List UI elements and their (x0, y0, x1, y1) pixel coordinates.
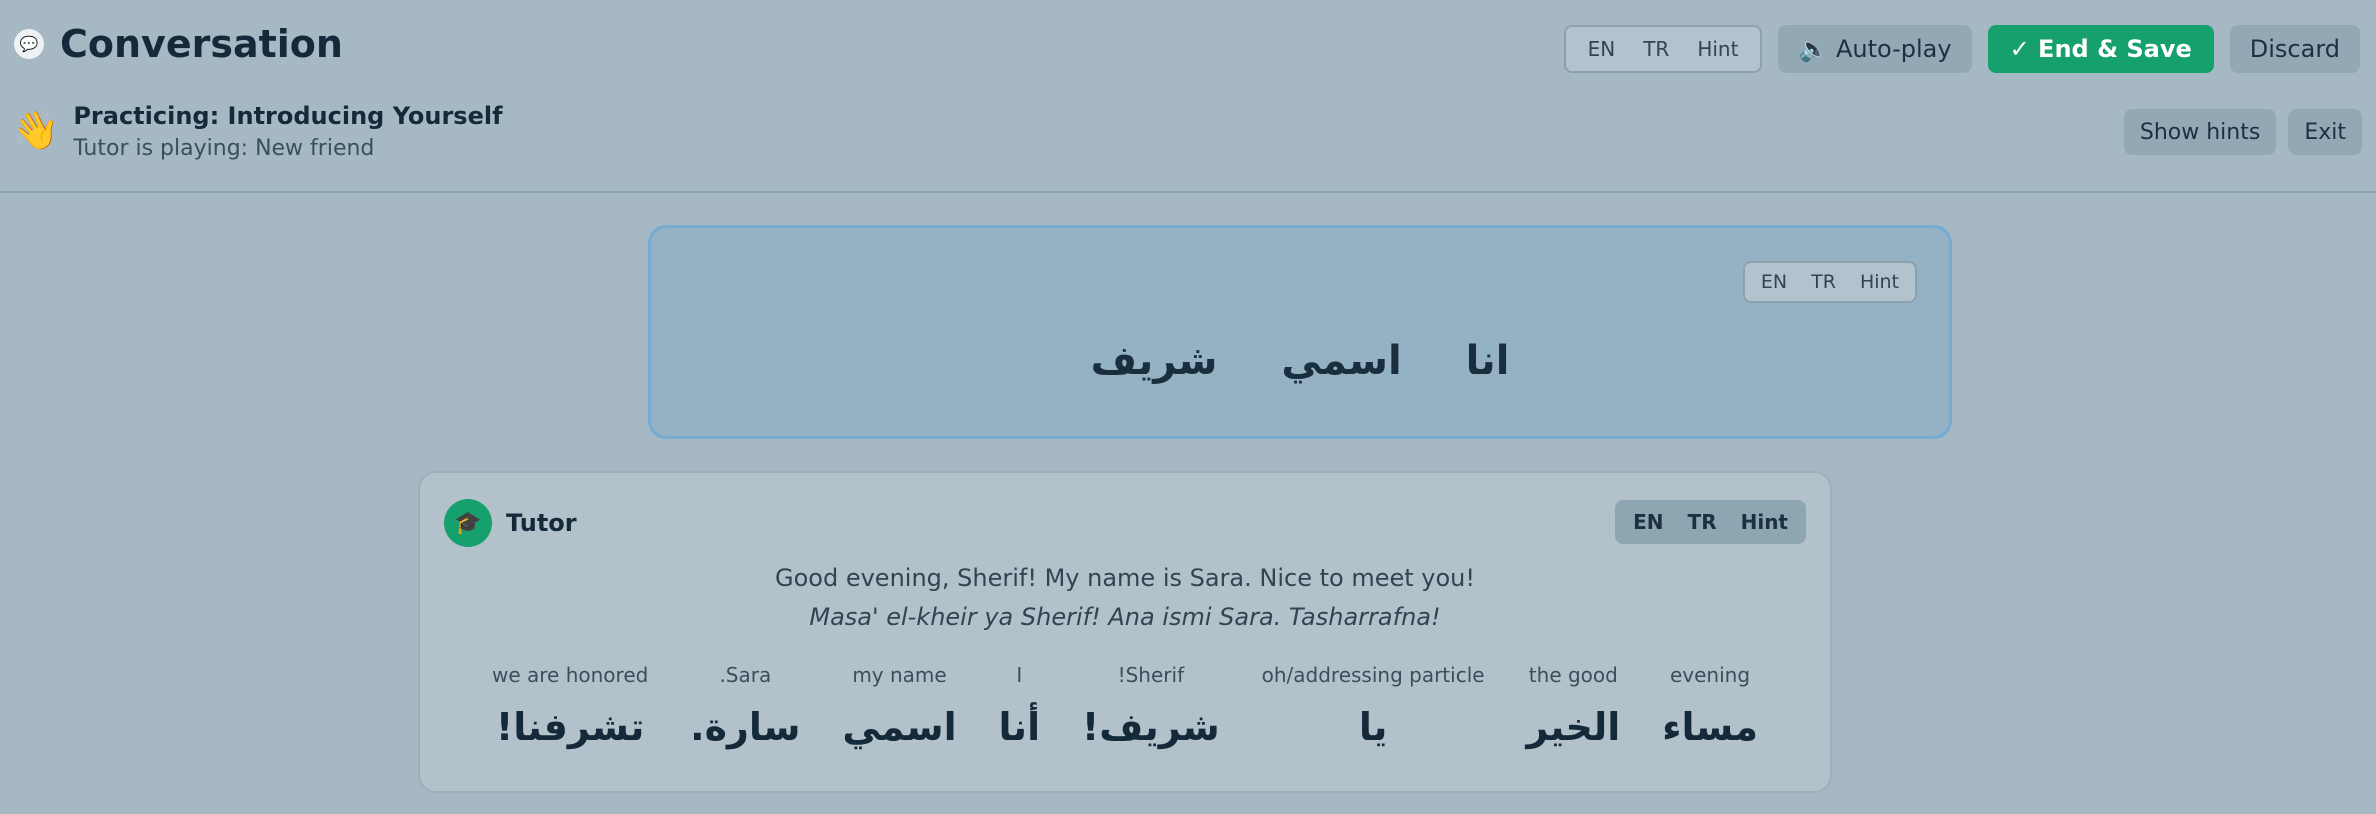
title-row: 💬 Conversation (14, 22, 343, 66)
transliteration: Masa' el-kheir ya Sherif! Ana ismi Sara.… (809, 603, 1441, 631)
word-arabic: يا (1358, 705, 1388, 749)
word-breakdown: evening مساء the good الخير oh/addressin… (492, 663, 1758, 749)
english-translation: Good evening, Sherif! My name is Sara. N… (775, 564, 1475, 592)
tutor-toggle-tr[interactable]: TR (1676, 510, 1729, 534)
tutor-language-toggle: EN TR Hint (1615, 500, 1806, 544)
end-save-button[interactable]: ✓ End & Save (1987, 25, 2214, 73)
toggle-tr[interactable]: TR (1629, 37, 1683, 61)
word-item[interactable]: we are honored تشرفنا! (492, 663, 648, 749)
word-arabic: مساء (1662, 705, 1758, 749)
word-item[interactable]: I أنا (999, 663, 1041, 749)
word-item[interactable]: .Sara سارة. (690, 663, 800, 749)
page-title: Conversation (60, 22, 343, 66)
word-gloss: !Sherif (1117, 663, 1185, 687)
prompt-toggle-en[interactable]: EN (1749, 271, 1799, 293)
tutor-message-card: 🎓 Tutor EN TR Hint Good evening, Sherif!… (418, 471, 1832, 793)
scenario-info: 👋 Practicing: Introducing Yourself Tutor… (12, 102, 503, 161)
word-gloss: my name (852, 663, 947, 687)
autoplay-button[interactable]: 🔈 Auto-play (1778, 25, 1972, 73)
tutor-toggle-hint[interactable]: Hint (1729, 510, 1800, 534)
prompt-language-toggle: EN TR Hint (1742, 261, 1917, 303)
word-arabic: أنا (998, 705, 1041, 749)
toggle-en[interactable]: EN (1574, 37, 1630, 61)
tutor-name: Tutor (506, 509, 577, 537)
exit-button[interactable]: Exit (2288, 109, 2362, 155)
word-gloss: we are honored (492, 663, 649, 687)
scenario-subtitle: Tutor is playing: New friend (73, 136, 375, 161)
word-arabic: تشرفنا! (495, 705, 645, 749)
language-toggle: EN TR Hint (1563, 25, 1763, 73)
prompt-toggle-hint[interactable]: Hint (1848, 271, 1911, 293)
prompt-arabic-text: انا اسمي شريف (1090, 338, 1510, 384)
top-header: 💬 Conversation EN TR Hint 🔈 Auto-play ✓ … (0, 0, 2376, 193)
chat-bubble-icon: 💬 (14, 29, 44, 59)
word-gloss: the good (1528, 663, 1618, 687)
word-arabic: سارة. (690, 705, 801, 749)
graduation-cap-icon: 🎓 (444, 499, 492, 547)
prompt-toggle-tr[interactable]: TR (1799, 271, 1848, 293)
word-item[interactable]: evening مساء (1662, 663, 1758, 749)
word-gloss: I (1016, 663, 1023, 687)
word-gloss: oh/addressing particle (1261, 663, 1485, 687)
word-item[interactable]: my name اسمي (842, 663, 956, 749)
show-hints-button[interactable]: Show hints (2123, 109, 2277, 155)
word-item[interactable]: the good الخير (1526, 663, 1620, 749)
word-gloss: evening (1669, 663, 1751, 687)
discard-button[interactable]: Discard (2229, 25, 2360, 73)
word-arabic: الخير (1526, 705, 1621, 749)
tutor-toggle-en[interactable]: EN (1621, 510, 1675, 534)
top-actions: EN TR Hint 🔈 Auto-play ✓ End & Save Disc… (1563, 25, 2360, 73)
waving-hand-icon: 👋 (12, 108, 60, 152)
toggle-hint[interactable]: Hint (1683, 37, 1752, 61)
word-item[interactable]: !Sherif شريف! (1082, 663, 1220, 749)
word-item[interactable]: oh/addressing particle يا (1262, 663, 1485, 749)
word-gloss: .Sara (719, 663, 772, 687)
word-arabic: اسمي (842, 705, 957, 749)
word-arabic: شريف! (1081, 705, 1220, 749)
scenario-title: Practicing: Introducing Yourself (73, 102, 503, 130)
user-prompt-card: EN TR Hint انا اسمي شريف (648, 225, 1952, 439)
scenario-actions: Show hints Exit (2123, 109, 2362, 155)
